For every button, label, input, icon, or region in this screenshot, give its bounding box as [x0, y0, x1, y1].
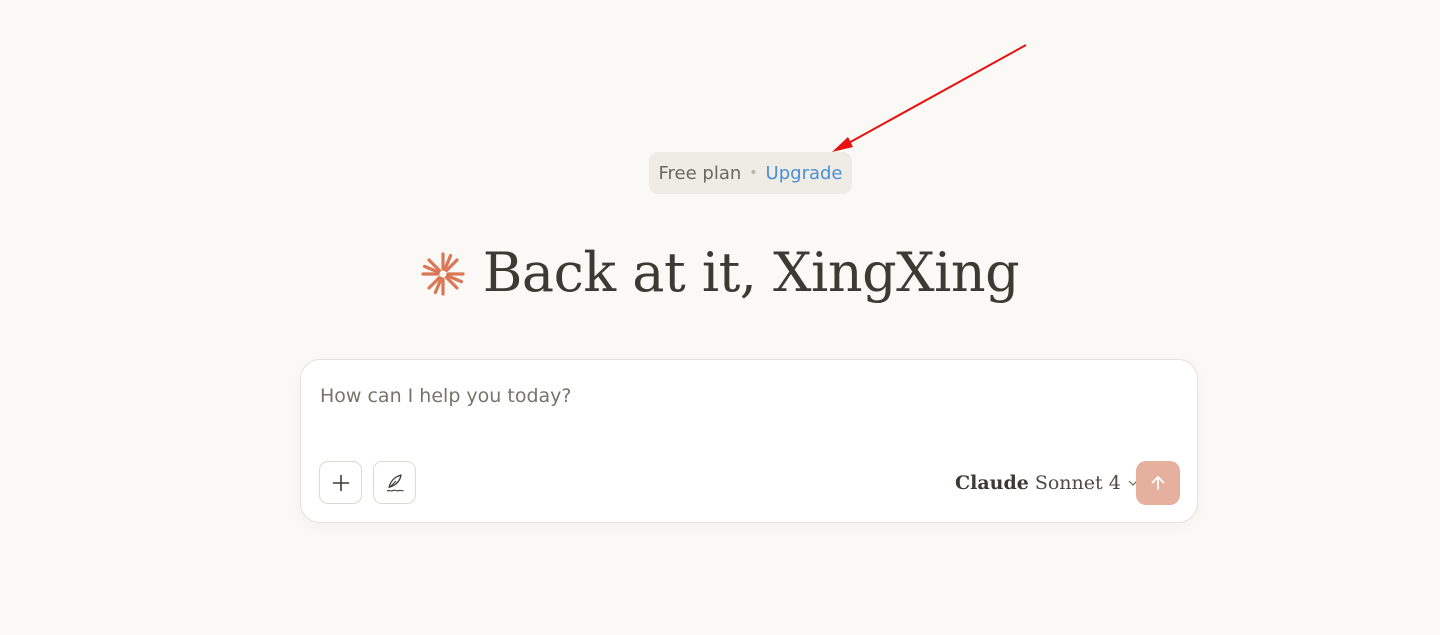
- add-button[interactable]: [319, 461, 362, 504]
- style-button[interactable]: [373, 461, 416, 504]
- composer-card: Claude Sonnet 4: [300, 359, 1198, 523]
- send-button[interactable]: [1136, 461, 1180, 505]
- spark-icon: [421, 252, 465, 296]
- annotation-arrow: [832, 44, 1027, 152]
- quill-icon: [386, 473, 404, 492]
- arrow-up-icon: [1151, 476, 1165, 490]
- page: Free plan • Upgrade Back at it, XingXing: [0, 0, 1440, 635]
- model-selector[interactable]: Claude Sonnet 4: [955, 468, 1139, 498]
- plus-icon: [332, 474, 349, 491]
- greeting-text: Back at it, XingXing: [482, 240, 1020, 304]
- model-brand: Claude: [955, 472, 1029, 494]
- model-name: Sonnet 4: [1034, 472, 1121, 494]
- plan-label: Free plan: [658, 162, 742, 184]
- greeting: Back at it, XingXing: [0, 232, 1440, 312]
- prompt-input[interactable]: [320, 382, 1160, 410]
- plan-badge: Free plan • Upgrade: [649, 152, 852, 194]
- upgrade-link[interactable]: Upgrade: [766, 163, 843, 184]
- plan-separator: •: [749, 165, 758, 181]
